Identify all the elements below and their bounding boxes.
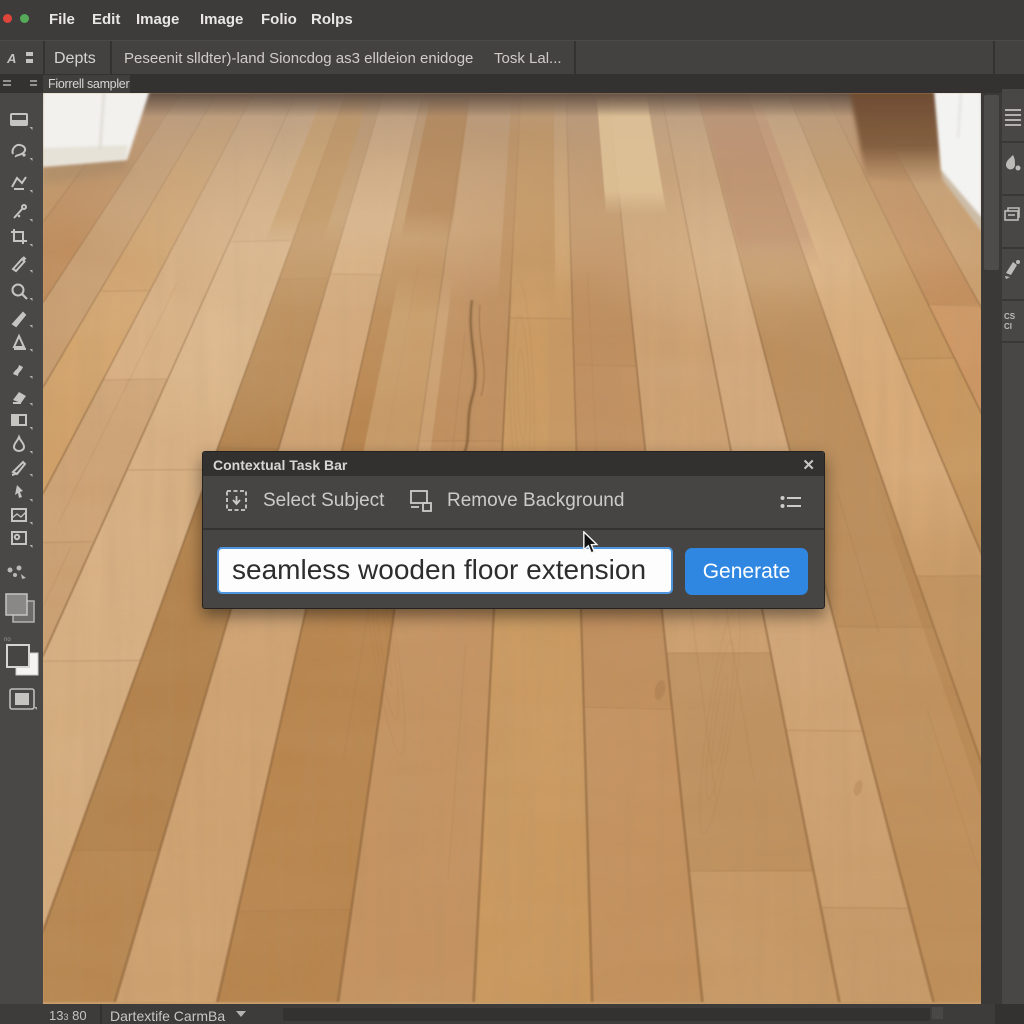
svg-text:no: no	[4, 637, 11, 643]
svg-text:CI: CI	[1004, 322, 1012, 331]
svg-text:CS: CS	[1004, 312, 1016, 321]
